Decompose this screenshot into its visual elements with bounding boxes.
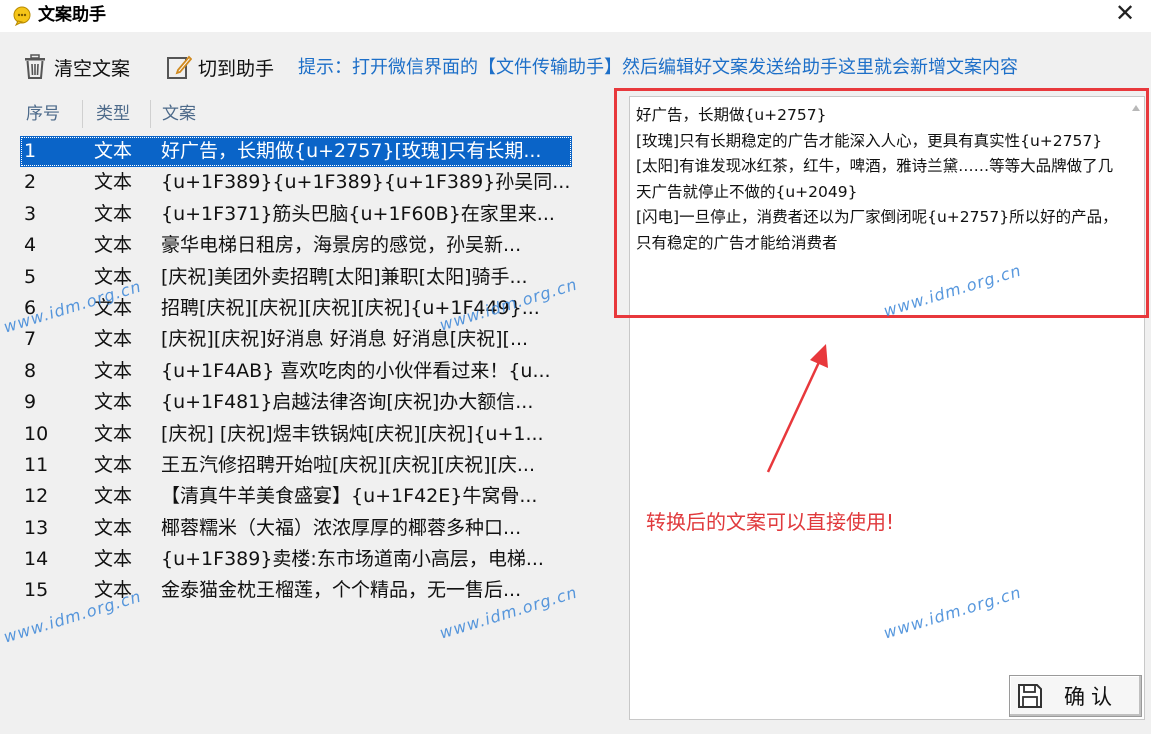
- confirm-label: 确认: [1064, 685, 1118, 709]
- annotation-text: 转换后的文案可以直接使用!: [646, 510, 895, 534]
- confirm-button[interactable]: 确认: [1009, 675, 1142, 717]
- annotation-arrow: [766, 344, 828, 473]
- floppy-disk-icon: [1018, 684, 1042, 708]
